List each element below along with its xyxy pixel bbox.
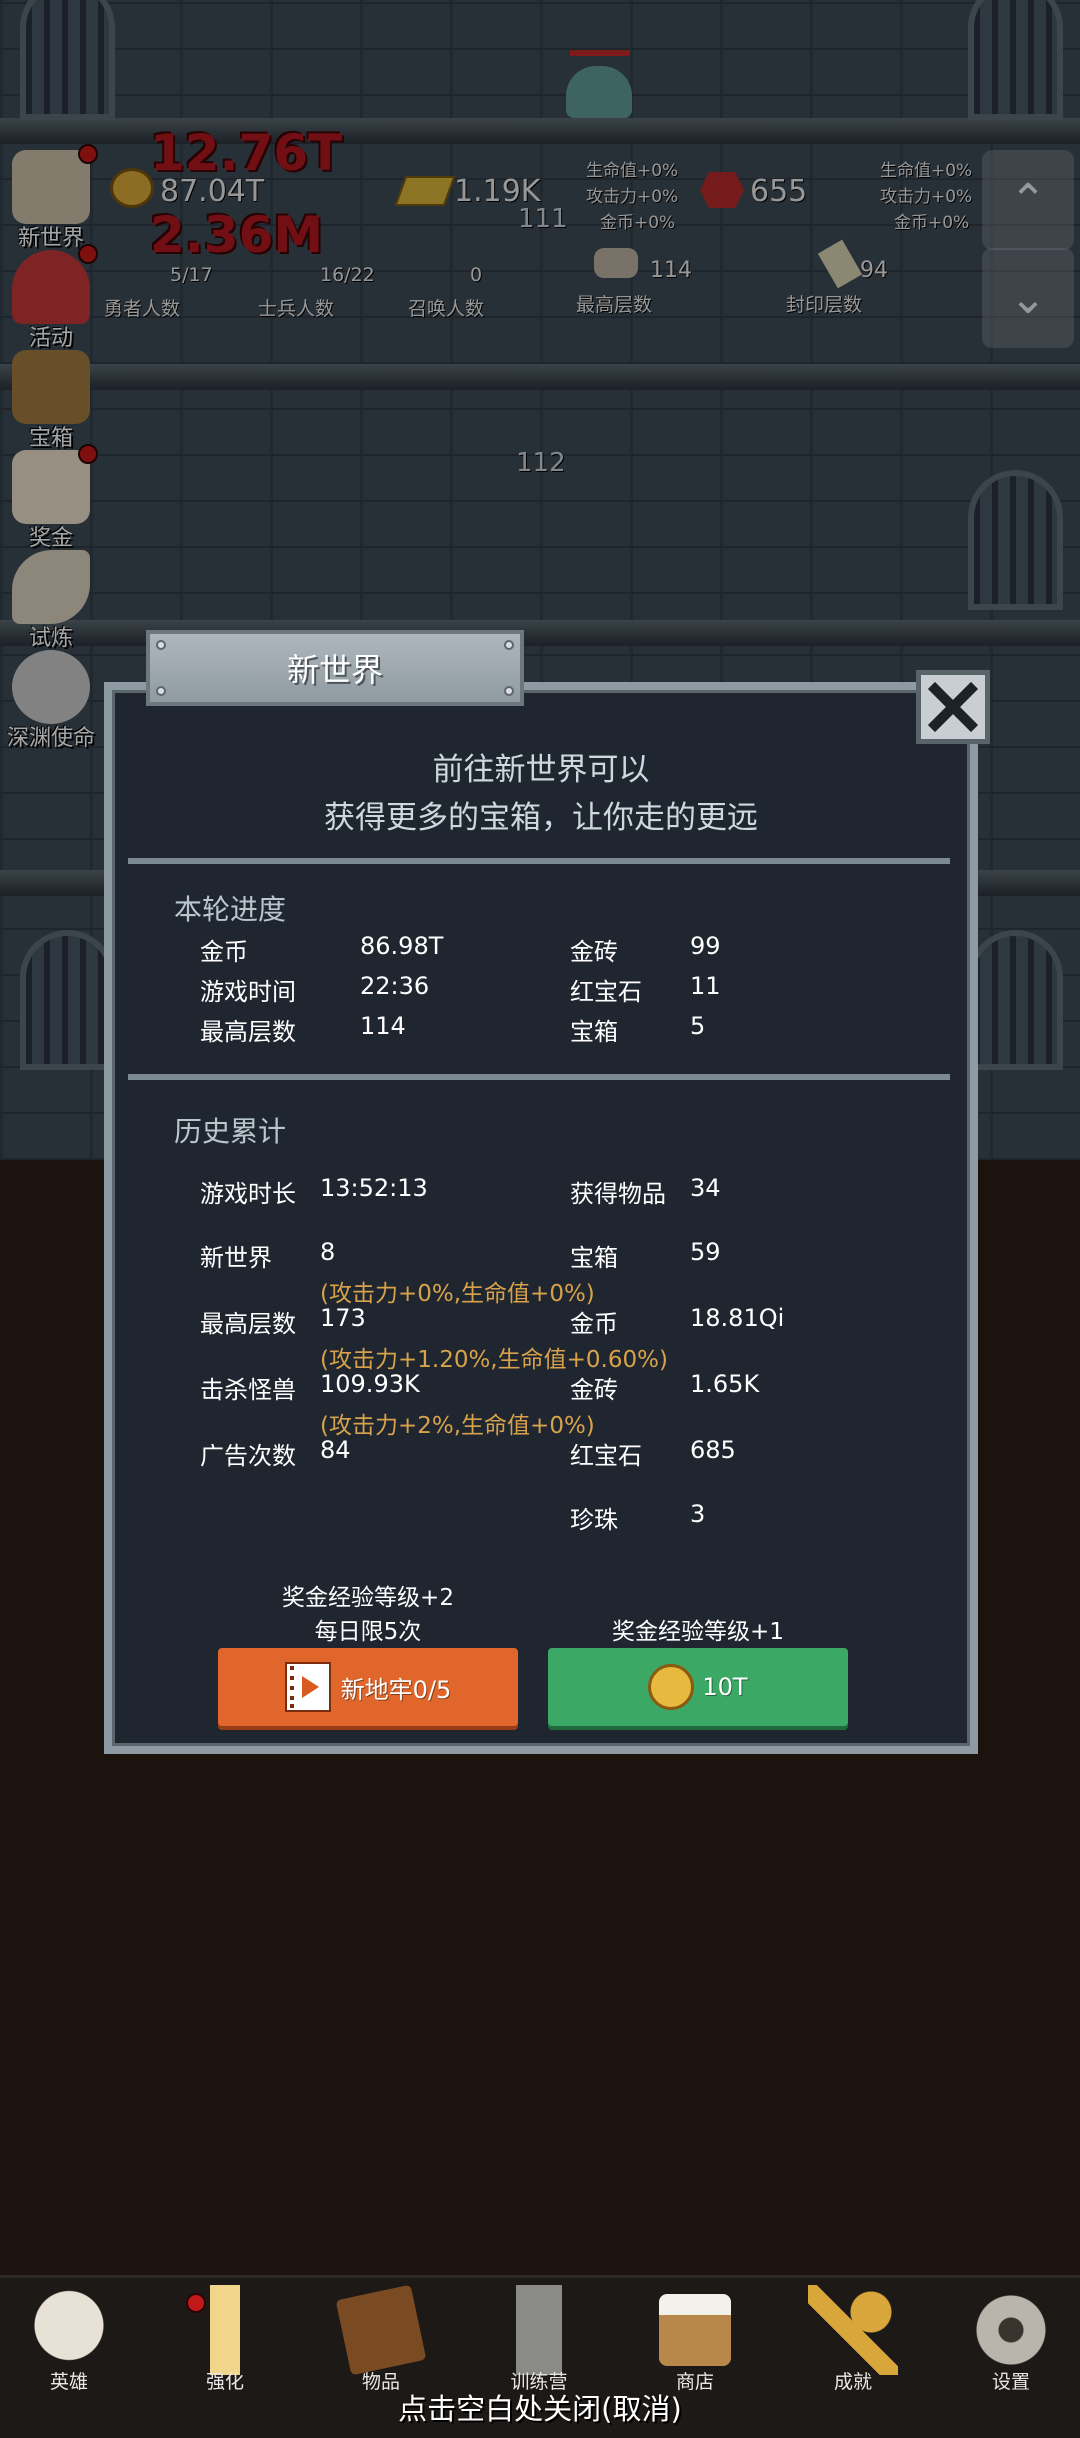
dialog-title-text: 新世界 xyxy=(286,651,383,689)
stat-label: 金砖 xyxy=(570,938,618,966)
new-dungeon-ad-button[interactable]: 新地牢0/5 xyxy=(218,1648,518,1726)
tab-settings[interactable]: 设置 xyxy=(956,2285,1066,2394)
rivet xyxy=(156,686,166,696)
stat-label: 新世界 xyxy=(200,1244,272,1272)
stat-value: 86.98T xyxy=(360,932,444,960)
rivet xyxy=(504,640,514,650)
gold-cost-label: 10T xyxy=(702,1673,748,1701)
stat-label: 宝箱 xyxy=(570,1018,618,1046)
stat-label: 金币 xyxy=(200,938,248,966)
stat-label: 游戏时长 xyxy=(200,1180,296,1208)
stat-value: 5 xyxy=(690,1012,706,1040)
stat-label: 金币 xyxy=(570,1310,618,1338)
tab-heroes[interactable]: 英雄 xyxy=(14,2285,124,2394)
divider xyxy=(128,858,950,864)
stat-value: 173 xyxy=(320,1304,366,1332)
close-icon xyxy=(927,681,979,733)
bonus-text: (攻击力+0%,生命值+0%) xyxy=(320,1281,595,1307)
stat-value: 59 xyxy=(690,1238,721,1266)
stat-label: 红宝石 xyxy=(570,1442,642,1470)
stat-value: 13:52:13 xyxy=(320,1174,428,1202)
close-button[interactable] xyxy=(916,670,990,744)
stat-value: 11 xyxy=(690,972,721,1000)
book-icon xyxy=(335,2284,427,2376)
stat-label: 红宝石 xyxy=(570,978,642,1006)
gear-icon xyxy=(966,2285,1056,2375)
gold-new-world-button[interactable]: 10T xyxy=(548,1648,848,1726)
stat-value: 84 xyxy=(320,1436,351,1464)
dialog-title: 新世界 xyxy=(146,630,524,706)
stat-value: 114 xyxy=(360,1012,406,1040)
stat-value: 685 xyxy=(690,1436,736,1464)
stat-value: 1.65K xyxy=(690,1370,760,1398)
tab-achievements[interactable]: 成就 xyxy=(798,2285,908,2394)
rivet xyxy=(156,640,166,650)
tap-to-close-hint[interactable]: 点击空白处关闭(取消) xyxy=(0,2386,1080,2428)
stat-label: 最高层数 xyxy=(200,1310,296,1338)
stat-label: 游戏时间 xyxy=(200,978,296,1006)
notification-dot xyxy=(186,2293,206,2313)
video-icon xyxy=(284,1662,331,1712)
rivet xyxy=(504,686,514,696)
key-icon xyxy=(808,2285,898,2375)
bonus-text: (攻击力+2%,生命值+0%) xyxy=(320,1413,595,1439)
stat-label: 宝箱 xyxy=(570,1244,618,1272)
skull-icon xyxy=(24,2285,114,2375)
tab-shop[interactable]: 商店 xyxy=(640,2285,750,2394)
stat-value: 34 xyxy=(690,1174,721,1202)
intro-line: 前往新世界可以 xyxy=(432,752,650,788)
stat-label: 获得物品 xyxy=(570,1180,666,1208)
stat-value: 18.81Qi xyxy=(690,1304,785,1332)
stat-value: 99 xyxy=(690,932,721,960)
stat-label: 最高层数 xyxy=(200,1018,296,1046)
intro-line: 获得更多的宝箱，让你走的更远 xyxy=(324,800,758,836)
stat-label: 击杀怪兽 xyxy=(200,1376,296,1404)
stat-label: 广告次数 xyxy=(200,1442,296,1470)
history-title: 历史累计 xyxy=(174,1115,287,1148)
tab-upgrade[interactable]: 强化 xyxy=(170,2285,280,2394)
bonus-text: (攻击力+1.20%,生命值+0.60%) xyxy=(320,1347,668,1373)
stat-value: 3 xyxy=(690,1500,706,1528)
stat-label: 金砖 xyxy=(570,1376,618,1404)
divider xyxy=(128,1074,950,1080)
gold-reward-note: 奖金经验等级+1 xyxy=(612,1619,784,1645)
ad-reward-note: 奖金经验等级+2 xyxy=(282,1585,454,1611)
tab-training-camp[interactable]: 训练营 xyxy=(484,2285,594,2394)
tab-items[interactable]: 物品 xyxy=(326,2284,436,2394)
current-progress-title: 本轮进度 xyxy=(174,893,287,926)
lantern-icon xyxy=(494,2285,584,2375)
stat-label: 珍珠 xyxy=(570,1506,618,1534)
new-dungeon-label: 新地牢0/5 xyxy=(340,1675,452,1704)
stat-value: 109.93K xyxy=(320,1370,420,1398)
daily-limit-note: 每日限5次 xyxy=(314,1619,422,1645)
stat-value: 8 xyxy=(320,1238,336,1266)
stat-value: 22:36 xyxy=(360,972,430,1000)
gold-coin-icon xyxy=(648,1664,695,1710)
mug-icon xyxy=(659,2294,731,2366)
